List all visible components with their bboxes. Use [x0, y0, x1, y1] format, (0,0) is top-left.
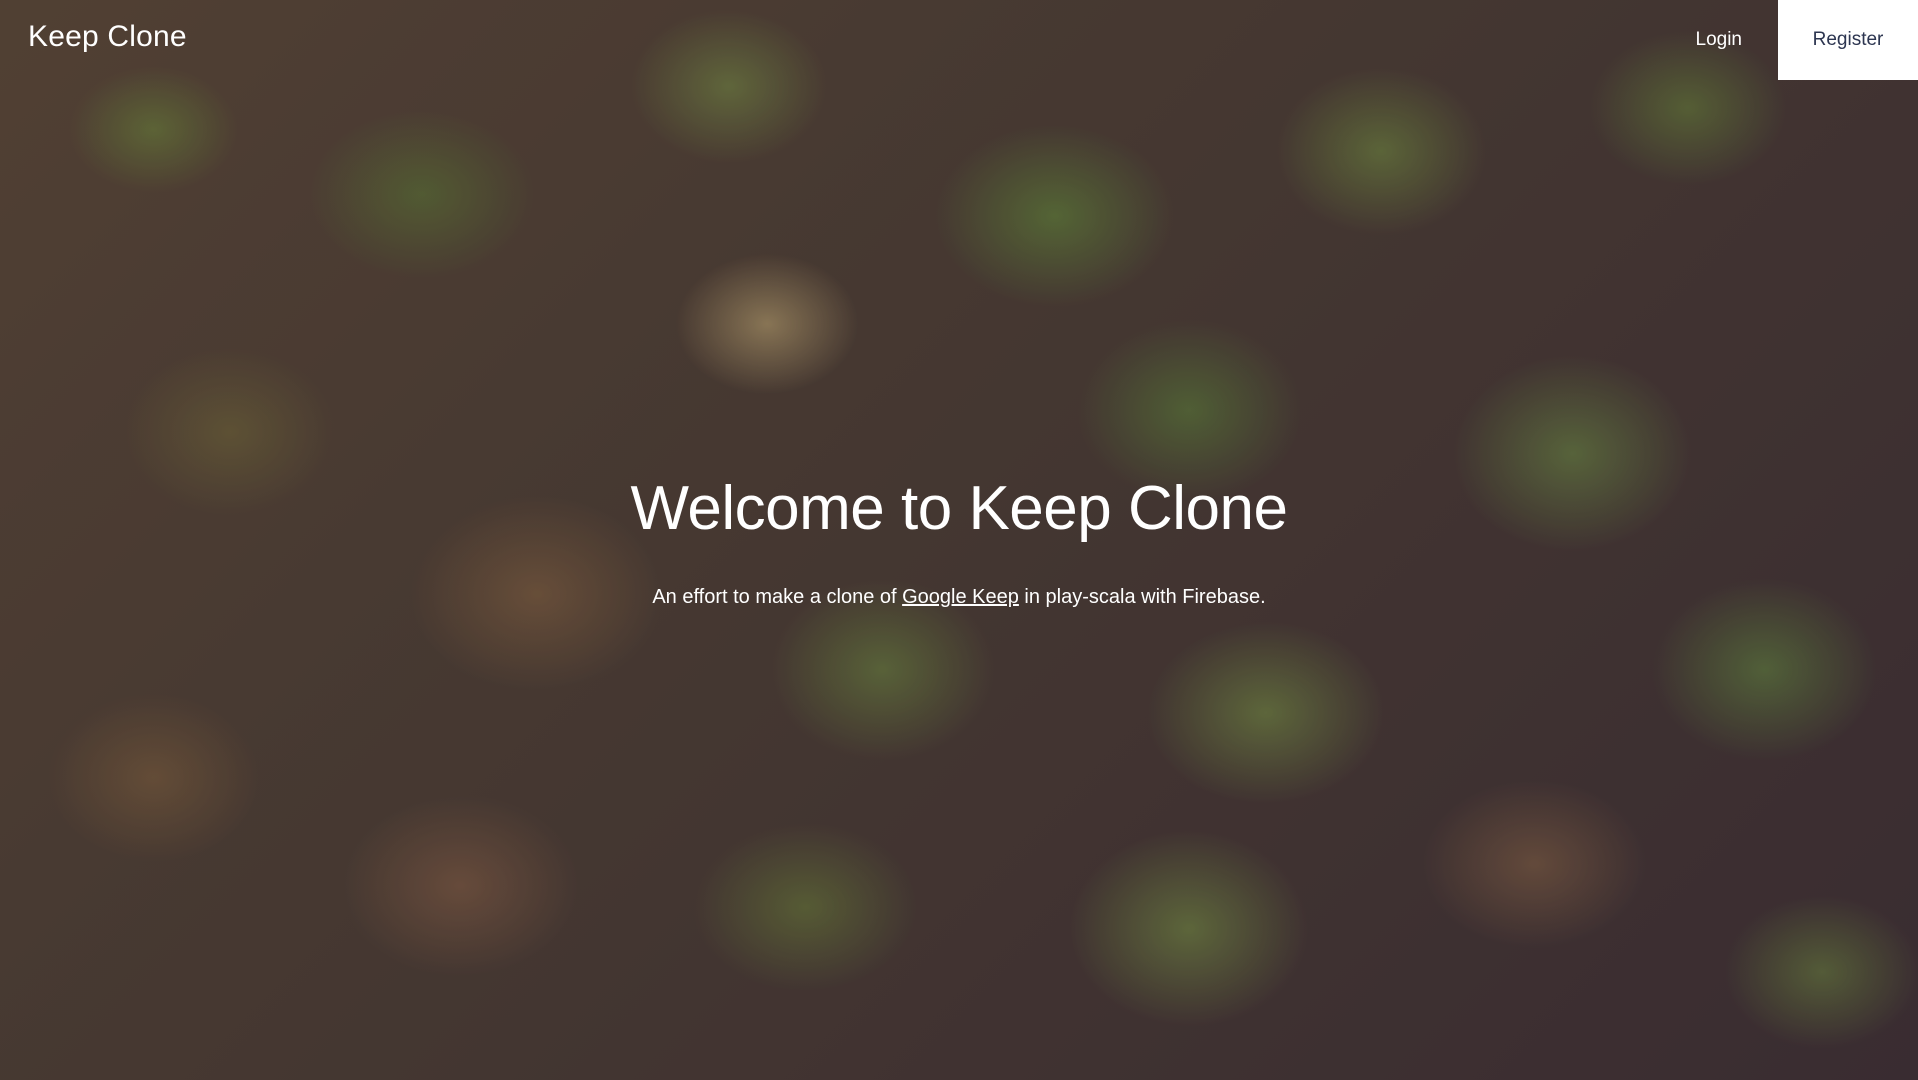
hero-title: Welcome to Keep Clone [630, 474, 1288, 543]
hero-section: Welcome to Keep Clone An effort to make … [0, 470, 1918, 610]
hero-subtitle-before: An effort to make a clone of [652, 586, 903, 608]
login-link[interactable]: Login [1660, 0, 1779, 80]
landing-page: Keep Clone Login Register Welcome to Kee… [0, 0, 1918, 1080]
top-navbar: Keep Clone Login Register [0, 0, 1918, 80]
hero-subtitle-after: in play-scala with Firebase. [1018, 586, 1266, 608]
google-keep-link[interactable]: Google Keep [902, 586, 1019, 608]
hero-subtitle: An effort to make a clone of Google Keep… [0, 584, 1918, 610]
nav-links: Login Register [1660, 0, 1918, 80]
register-button[interactable]: Register [1778, 0, 1918, 80]
brand-logo-link[interactable]: Keep Clone [28, 20, 187, 54]
